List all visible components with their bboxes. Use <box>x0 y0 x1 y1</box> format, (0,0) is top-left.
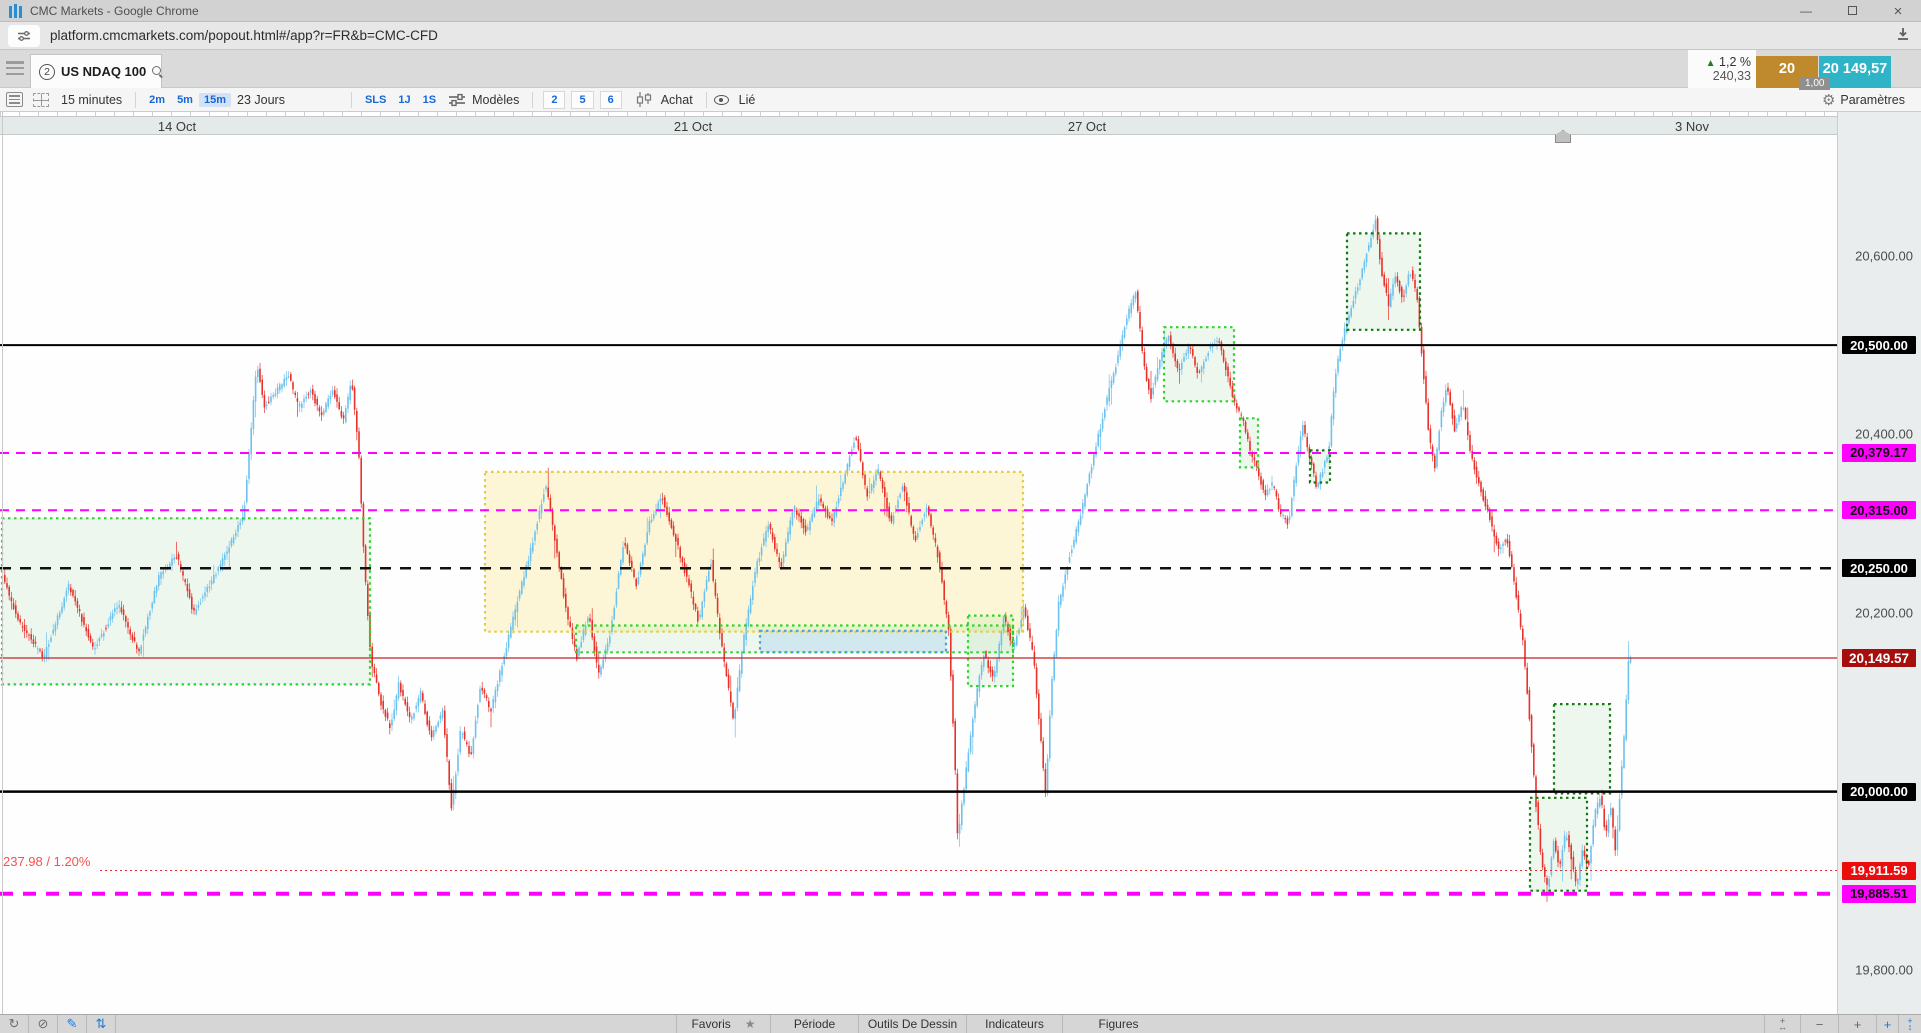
restore-button[interactable] <box>1829 4 1875 18</box>
cmc-logo-icon <box>9 3 22 18</box>
change-value: 240,33 <box>1712 69 1751 83</box>
price-axis-label: 20,600.00 <box>1855 248 1913 264</box>
download-icon[interactable] <box>1895 26 1911 47</box>
instrument-tab[interactable]: 2 US NDAQ 100 <box>30 54 162 88</box>
range-1s-button[interactable]: 1S <box>417 94 442 106</box>
preset-5-button[interactable]: 5 <box>571 90 594 109</box>
timeframe-2m-button[interactable]: 2m <box>143 94 171 106</box>
preset-2-button[interactable]: 2 <box>543 90 566 109</box>
tune-icon <box>18 30 30 41</box>
change-percent: ▲ 1,2 % <box>1705 55 1751 69</box>
price-axis-label: 20,000.00 <box>1842 782 1916 801</box>
watchlist-icon[interactable] <box>6 92 23 107</box>
crosshair-button[interactable]: + <box>1876 1015 1898 1033</box>
browser-address-bar[interactable]: platform.cmcmarkets.com/popout.html#/app… <box>0 22 1921 50</box>
price-axis-label: 20,379.17 <box>1842 443 1916 462</box>
url-text[interactable]: platform.cmcmarkets.com/popout.html#/app… <box>50 28 438 43</box>
change-panel: ▲ 1,2 % 240,33 <box>1688 50 1756 88</box>
price-axis-label: 19,800.00 <box>1855 962 1913 978</box>
bottom-toolbar: ↻ ⊘ ✎ ⇅ Favoris ★ Période Outils De Dess… <box>0 1014 1921 1033</box>
spread-badge: 1,00 <box>1799 77 1831 90</box>
window-titlebar: CMC Markets - Google Chrome — × <box>0 0 1921 22</box>
instrument-name: US NDAQ 100 <box>61 64 147 79</box>
chart-toolbar: 15 minutes 2m 5m 15m 23 Jours SLS 1J 1S … <box>0 88 1921 112</box>
gear-icon: ⚙ <box>1821 91 1836 109</box>
tab-periode[interactable]: Période <box>770 1015 858 1033</box>
window-title: CMC Markets - Google Chrome <box>30 3 199 18</box>
settings-label: Paramètres <box>1840 92 1905 107</box>
layout-grid-icon[interactable] <box>33 92 49 107</box>
disable-drawings-icon[interactable]: ⊘ <box>29 1015 58 1033</box>
candlestick-icon <box>636 92 651 107</box>
plot-left-border <box>2 112 3 1014</box>
settings-button[interactable]: ⚙ Paramètres <box>1822 88 1905 111</box>
price-axis-label: 20,500.00 <box>1842 336 1916 355</box>
eye-icon <box>713 94 729 105</box>
star-icon[interactable]: ★ <box>745 1017 756 1031</box>
zoom-out-button[interactable]: − <box>1800 1015 1838 1033</box>
instrument-tab-strip: 2 US NDAQ 100 ▲ 1,2 % 240,33 20 148,57 2… <box>0 50 1921 103</box>
tab-number-badge: 2 <box>39 63 55 80</box>
price-axis-label: 20,200.00 <box>1855 605 1913 621</box>
zoom-in-button[interactable]: + <box>1838 1015 1876 1033</box>
models-button[interactable]: Modèles <box>466 93 525 107</box>
close-button[interactable]: × <box>1875 3 1921 20</box>
minimize-button[interactable]: — <box>1783 4 1829 18</box>
price-axis-label: 19,911.59 <box>1842 861 1916 880</box>
app-window: CMC Markets - Google Chrome — × platform… <box>0 0 1921 1033</box>
price-axis-label: 19,885.51 <box>1842 884 1916 903</box>
interval-dropdown[interactable]: 15 minutes <box>55 93 128 107</box>
range-label[interactable]: 23 Jours <box>231 93 291 107</box>
pencil-icon[interactable]: ✎ <box>58 1015 87 1033</box>
tab-outils-de-dessin[interactable]: Outils De Dessin <box>858 1015 966 1033</box>
price-axis-label: 20,315.00 <box>1842 501 1916 520</box>
change-distance-label: 237.98 / 1.20% <box>3 853 91 869</box>
price-axis-label: 20,400.00 <box>1855 426 1913 442</box>
lie-toggle[interactable]: Lié <box>733 93 762 107</box>
sliders-icon <box>449 93 466 106</box>
chart-area: 14 Oct 21 Oct 27 Oct 3 Nov 20,600.00 20,500.… <box>0 112 1921 1014</box>
price-chart-canvas[interactable] <box>0 112 1837 1014</box>
menu-icon[interactable] <box>6 61 24 75</box>
tab-favoris[interactable]: Favoris ★ <box>676 1015 770 1033</box>
reorder-icon[interactable]: ⇅ <box>87 1015 116 1033</box>
site-info-button[interactable] <box>8 24 40 47</box>
timeframe-15m-button[interactable]: 15m <box>198 92 231 107</box>
fit-horizontal-button[interactable]: + ↔ <box>1764 1015 1800 1033</box>
tab-figures[interactable]: Figures <box>1062 1015 1174 1033</box>
preset-6-button[interactable]: 6 <box>599 90 622 109</box>
price-axis[interactable]: 20,600.00 20,500.00 20,400.00 20,379.17 20,3… <box>1837 112 1921 1014</box>
timeframe-5m-button[interactable]: 5m <box>171 94 199 106</box>
price-axis-label: 20,149.57 <box>1842 649 1916 667</box>
refresh-icon[interactable]: ↻ <box>0 1015 29 1033</box>
range-1j-button[interactable]: 1J <box>392 94 416 106</box>
achat-button[interactable]: Achat <box>655 93 699 107</box>
tab-indicateurs[interactable]: Indicateurs <box>966 1015 1062 1033</box>
restore-icon <box>1847 6 1857 15</box>
search-icon[interactable] <box>152 66 163 77</box>
sls-button[interactable]: SLS <box>359 94 392 106</box>
fit-vertical-button[interactable]: + ↕ <box>1898 1015 1921 1033</box>
price-axis-label: 20,250.00 <box>1842 559 1916 578</box>
up-arrow-icon: ▲ <box>1705 58 1716 69</box>
